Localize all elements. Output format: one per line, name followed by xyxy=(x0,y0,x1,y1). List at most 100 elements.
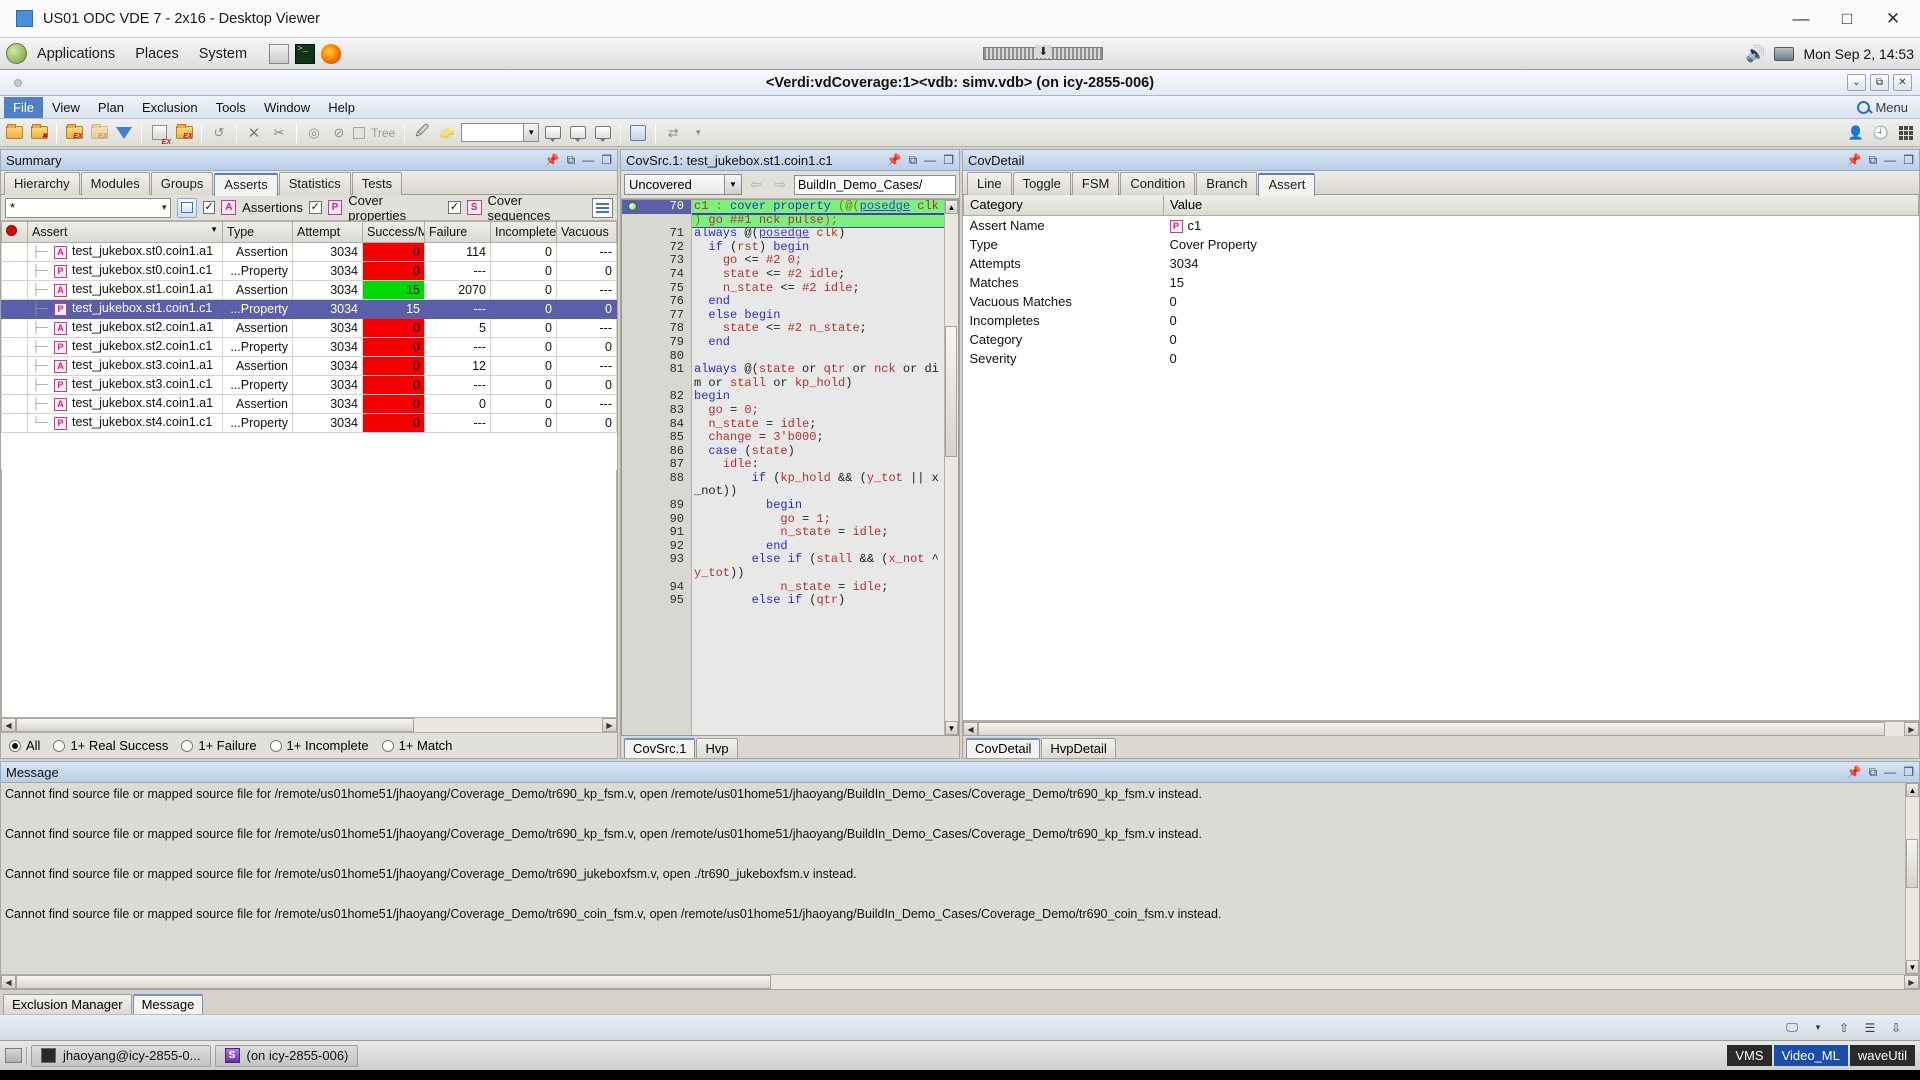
pin-icon[interactable]: 📌 xyxy=(1847,153,1862,167)
code-line[interactable]: n_state = idle; xyxy=(692,580,944,595)
code-line[interactable]: go = 0; xyxy=(692,403,944,418)
tab-hvp[interactable]: Hvp xyxy=(696,738,738,758)
line-number[interactable]: 82 xyxy=(622,390,691,404)
menu-tools[interactable]: Tools xyxy=(207,97,255,118)
detail-row[interactable]: Assert Name Pc1 xyxy=(963,215,1919,235)
next-button[interactable]: ⇨ xyxy=(770,175,790,195)
code-line[interactable]: state <= #2 n_state; xyxy=(692,322,944,336)
line-number[interactable]: 78 xyxy=(622,322,691,336)
table-row[interactable]: ├─ Atest_jukebox.st4.coin1.a1 Assertion 303… xyxy=(1,393,617,414)
gnome-foot-icon[interactable] xyxy=(6,43,27,64)
scissors-icon[interactable]: ✂ xyxy=(268,122,290,144)
table-row[interactable]: ├─ Atest_jukebox.st2.coin1.a1 Assertion 303… xyxy=(1,317,617,338)
menu-applications[interactable]: Applications xyxy=(33,44,119,64)
line-number[interactable]: 80 xyxy=(622,349,691,364)
source-vscrollbar[interactable]: ▲ ▼ xyxy=(944,200,958,735)
message-list[interactable]: Cannot find source file or mapped source… xyxy=(1,783,1905,974)
open-folder-button[interactable] xyxy=(3,122,25,144)
code-line[interactable]: go <= #2 0; xyxy=(692,254,944,268)
code-line[interactable]: change = 3'b000; xyxy=(692,430,944,445)
firefox-icon[interactable] xyxy=(321,43,342,64)
code-line[interactable]: n_state = idle; xyxy=(692,417,944,432)
line-number[interactable] xyxy=(622,377,691,391)
scroll-left-icon[interactable]: ◀ xyxy=(1,718,16,732)
clock-label[interactable]: Mon Sep 2, 14:53 xyxy=(1803,46,1914,62)
undock-icon[interactable]: ⧉ xyxy=(1869,153,1878,168)
tab-branch[interactable]: Branch xyxy=(1196,172,1258,195)
reject-button[interactable]: ⊘ xyxy=(328,122,350,144)
add-exclusion-button[interactable]: EX xyxy=(88,122,110,144)
pin-icon[interactable]: 📌 xyxy=(1847,765,1862,779)
filter-comment-button[interactable] xyxy=(592,122,614,144)
col-assert[interactable]: Assert ▼ xyxy=(27,222,223,243)
apps-grid-icon[interactable] xyxy=(1895,122,1917,144)
code-line[interactable]: if (kp_hold && (y_tot || x xyxy=(692,471,944,486)
column-config-button[interactable] xyxy=(592,197,613,218)
delete-button[interactable]: ✕ xyxy=(243,122,265,144)
code-line[interactable]: begin xyxy=(692,390,944,404)
col-attempt[interactable]: Attempt xyxy=(292,222,363,243)
table-row[interactable]: ├─ Atest_jukebox.st0.coin1.a1 Assertion 303… xyxy=(1,241,617,262)
maximize-icon[interactable]: ❐ xyxy=(601,153,612,167)
undock-icon[interactable]: ⧉ xyxy=(1869,765,1878,780)
tab-tests[interactable]: Tests xyxy=(351,172,403,195)
line-number[interactable]: 91 xyxy=(622,526,691,540)
col-incomplete[interactable]: Incomplete xyxy=(490,222,557,243)
pin-icon[interactable]: 📌 xyxy=(545,153,560,167)
code-line[interactable]: _not)) xyxy=(692,485,944,499)
taskbar-item-terminal[interactable]: jhaoyang@icy-2855-0... xyxy=(31,1044,211,1067)
table-row[interactable]: └─ Ptest_jukebox.st4.coin1.c1 ...Property 3… xyxy=(1,412,617,433)
undock-icon[interactable]: ⧉ xyxy=(909,153,918,168)
tab-message[interactable]: Message xyxy=(132,994,204,1014)
code-line[interactable]: ) go ##1 nck pulse); xyxy=(692,212,944,229)
tab-line[interactable]: Line xyxy=(967,172,1012,195)
history-icon[interactable]: 🕘 xyxy=(1870,122,1892,144)
code-line[interactable]: go = 1; xyxy=(692,512,944,527)
scroll-right-icon[interactable]: ▶ xyxy=(1904,722,1919,736)
bookmark-button[interactable] xyxy=(627,122,649,144)
col-value[interactable]: Value xyxy=(1163,195,1919,216)
line-number[interactable]: 87 xyxy=(622,458,691,472)
tab-covsrc1[interactable]: CovSrc.1 xyxy=(624,738,696,758)
line-number[interactable]: 77 xyxy=(622,308,691,323)
align-bottom-icon[interactable]: ⇩ xyxy=(1886,1019,1906,1037)
code-line[interactable]: if (rst) begin xyxy=(692,240,944,255)
covdetail-hscrollbar[interactable]: ◀ ▶ xyxy=(963,721,1919,736)
tree-toggle-button[interactable]: Tree xyxy=(353,122,398,144)
scroll-left-icon[interactable]: ◀ xyxy=(1,975,16,989)
coverage-mode-combo[interactable]: Uncovered ▼ xyxy=(624,174,742,195)
code-line[interactable]: end xyxy=(692,294,944,309)
code-line[interactable] xyxy=(692,350,944,364)
table-row[interactable]: ├─ Ptest_jukebox.st3.coin1.c1 ...Property 3… xyxy=(1,374,617,395)
line-number[interactable]: 88 xyxy=(622,471,691,486)
line-number[interactable]: 84 xyxy=(622,417,691,432)
code-line[interactable]: else if (qtr) xyxy=(692,593,944,608)
assert-table-wrapper[interactable]: Assert▼ Type Attempt Success/Ma Failure … xyxy=(1,221,617,470)
menu-view[interactable]: View xyxy=(43,97,89,118)
line-number[interactable] xyxy=(622,567,691,581)
covdetail-table-wrapper[interactable]: Category Value Assert Name Pc1 Type Cover P… xyxy=(963,195,1919,721)
detail-row[interactable]: Attempts 3034 xyxy=(963,253,1919,273)
source-code-area[interactable]: 70 71 72 73 74 75 76 77 78 79 80 81 82 83 84 85 86 87 88 89… xyxy=(621,199,959,736)
table-row[interactable]: ├─ Ptest_jukebox.st2.coin1.c1 ...Property 3… xyxy=(1,336,617,357)
table-row[interactable]: ├─ Ptest_jukebox.st0.coin1.c1 ...Property 3… xyxy=(1,260,617,281)
viewer-close-button[interactable]: ✕ xyxy=(1870,1,1916,37)
col-failure[interactable]: Failure xyxy=(424,222,491,243)
line-number[interactable] xyxy=(622,214,691,228)
detail-row[interactable]: Vacuous Matches 0 xyxy=(963,291,1919,311)
filter-exclusion-button[interactable] xyxy=(113,122,135,144)
col-success[interactable]: Success/Ma xyxy=(362,222,425,243)
menu-system[interactable]: System xyxy=(195,44,251,64)
code-line[interactable]: state <= #2 idle; xyxy=(692,267,944,282)
pin-icon[interactable]: 📌 xyxy=(887,153,902,167)
compare-button[interactable]: ⇄ xyxy=(662,122,684,144)
col-vacuous[interactable]: Vacuous xyxy=(556,222,617,243)
menu-plan[interactable]: Plan xyxy=(89,97,133,118)
taskbar-item-verdi[interactable]: S (on icy-2855-006) xyxy=(214,1044,359,1067)
maximize-icon[interactable]: ❐ xyxy=(1903,765,1914,779)
radio-failure[interactable]: 1+ Failure xyxy=(181,738,257,753)
undock-icon[interactable]: ⧉ xyxy=(567,153,576,168)
line-number[interactable]: 92 xyxy=(622,539,691,554)
refresh-filter-button[interactable] xyxy=(177,197,197,218)
message-vscrollbar[interactable]: ▲ ▼ xyxy=(1905,783,1919,974)
